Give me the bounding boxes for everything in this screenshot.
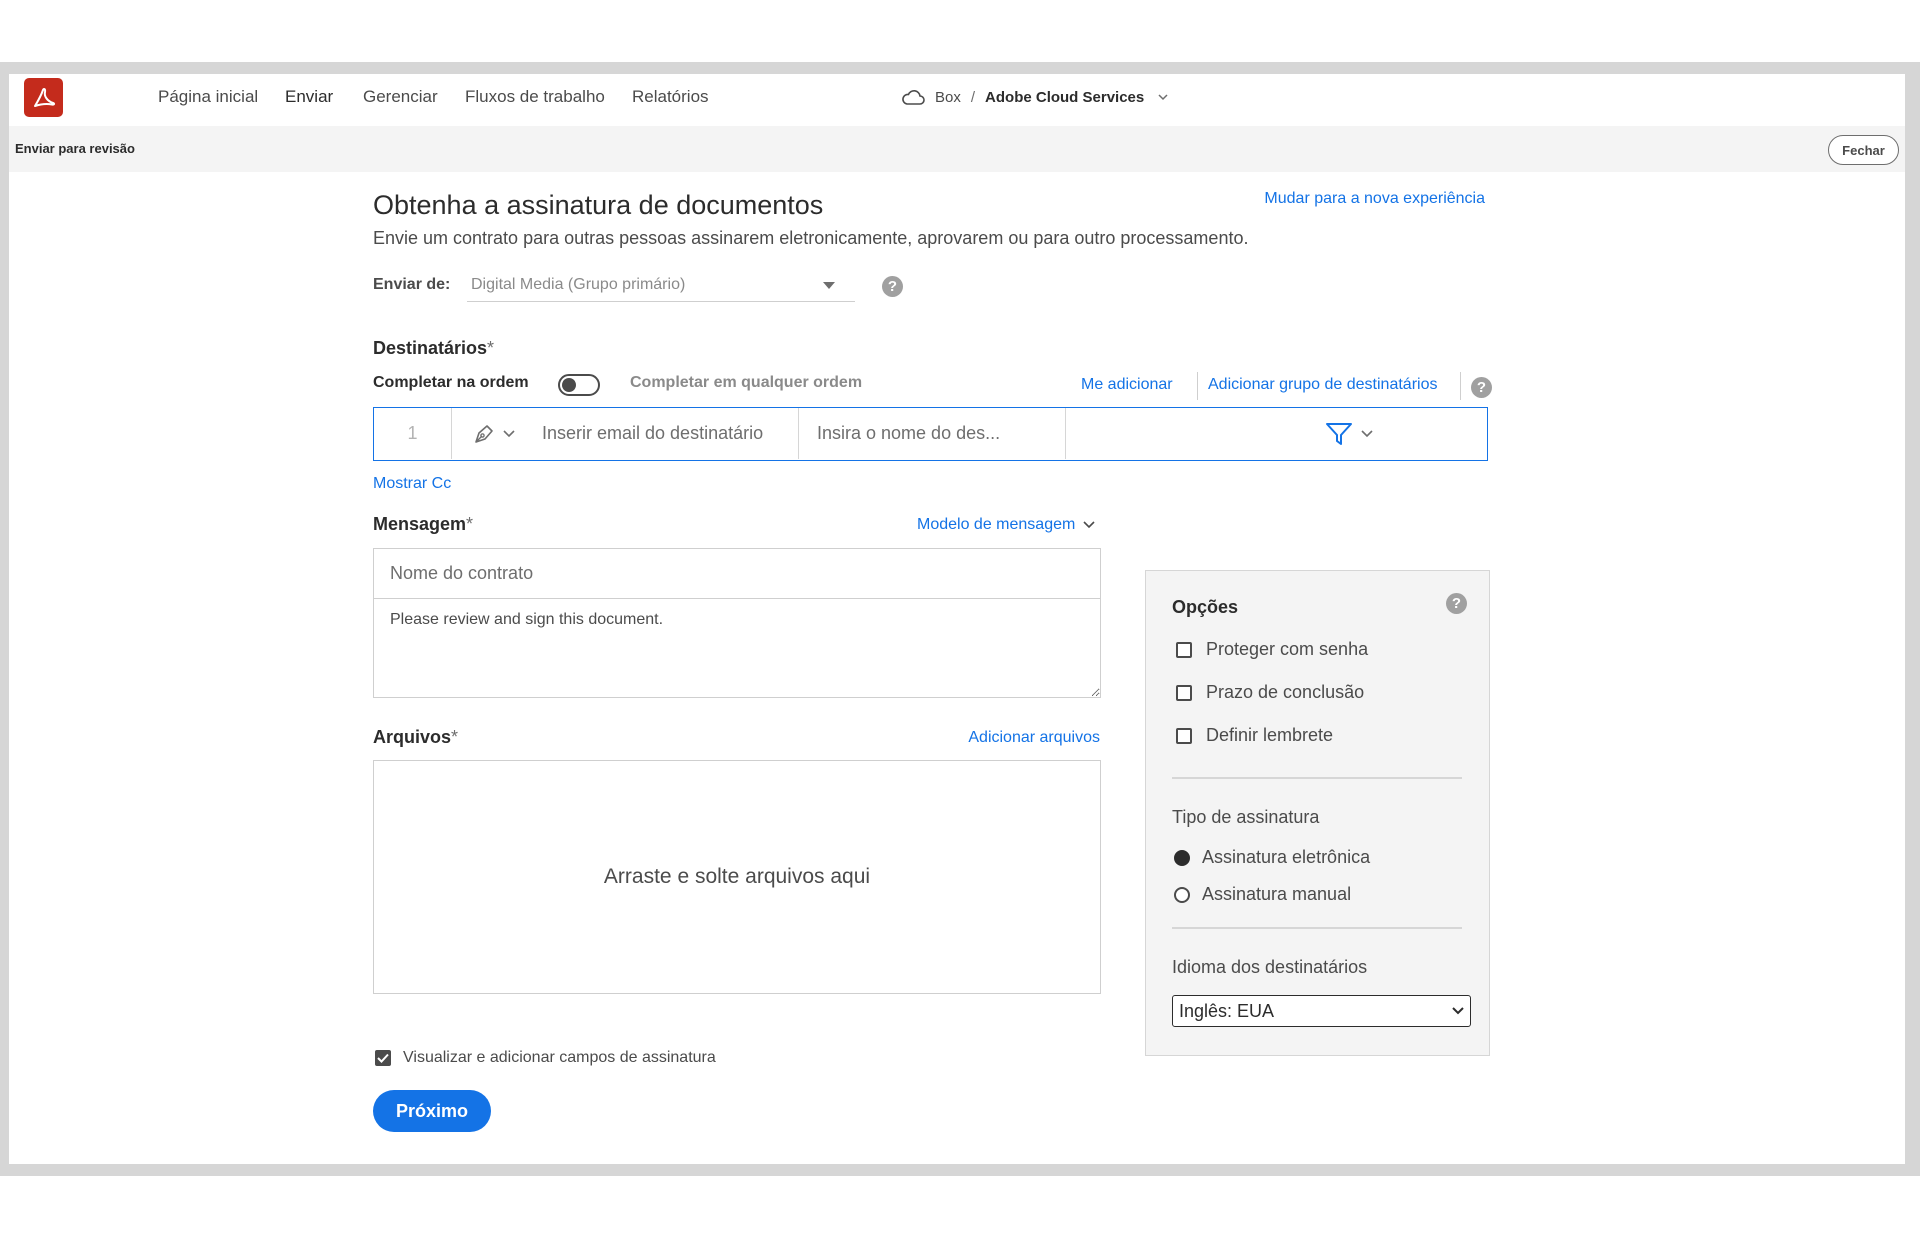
add-recipient-group-link[interactable]: Adicionar grupo de destinatários xyxy=(1208,376,1437,394)
option-label: Proteger com senha xyxy=(1206,639,1369,659)
chevron-down-icon xyxy=(503,429,515,438)
manual-signature-option[interactable]: Assinatura manual xyxy=(1174,884,1351,905)
message-template-label: Modelo de mensagem xyxy=(917,516,1076,533)
send-from-label: Enviar de: xyxy=(373,276,451,293)
option-label: Prazo de conclusão xyxy=(1206,682,1365,702)
files-label: Arquivos* xyxy=(373,727,458,748)
checkbox[interactable] xyxy=(1176,641,1192,658)
contract-name-input[interactable] xyxy=(373,548,1101,599)
page-title: Obtenha a assinatura de documentos xyxy=(373,190,824,220)
page-subtitle: Envie um contrato para outras pessoas as… xyxy=(373,228,1249,248)
electronic-signature-option[interactable]: Assinatura eletrônica xyxy=(1174,847,1370,868)
set-reminder-option[interactable]: Definir lembrete xyxy=(1176,725,1333,746)
radio-button-selected[interactable] xyxy=(1174,849,1190,866)
checkbox[interactable] xyxy=(1176,684,1192,701)
recipients-label: Destinatários* xyxy=(373,338,494,359)
top-navigation: Página inicial Enviar Gerenciar Fluxos d… xyxy=(9,74,1905,126)
add-files-link[interactable]: Adicionar arquivos xyxy=(968,729,1100,747)
breadcrumb: Box / Adobe Cloud Services xyxy=(901,84,1168,110)
nav-item-workflows[interactable]: Fluxos de trabalho xyxy=(465,87,605,107)
divider xyxy=(1172,777,1462,779)
option-label: Assinatura eletrônica xyxy=(1202,847,1371,867)
nav-item-reports[interactable]: Relatórios xyxy=(632,87,709,107)
authentication-dropdown[interactable] xyxy=(1314,408,1384,459)
divider xyxy=(1172,927,1462,929)
message-body-textarea[interactable]: Please review and sign this document. xyxy=(373,598,1101,698)
chevron-down-icon xyxy=(1452,1007,1464,1015)
options-title: Opções xyxy=(1172,597,1239,617)
nav-item-send[interactable]: Enviar xyxy=(285,87,333,107)
show-cc-link[interactable]: Mostrar Cc xyxy=(373,475,451,493)
adobe-acrobat-logo-icon[interactable] xyxy=(24,78,63,117)
funnel-icon xyxy=(1325,421,1353,447)
drop-zone-text: Arraste e solte arquivos aqui xyxy=(603,865,871,888)
close-button[interactable]: Fechar xyxy=(1828,135,1899,165)
signer-pen-icon xyxy=(471,421,497,447)
chevron-down-icon xyxy=(1083,521,1095,529)
cloud-icon xyxy=(901,89,925,105)
signature-type-label: Tipo de assinatura xyxy=(1172,807,1320,827)
help-icon[interactable]: ? xyxy=(882,276,903,297)
switch-experience-link[interactable]: Mudar para a nova experiência xyxy=(1264,190,1485,208)
caret-down-icon xyxy=(823,282,835,289)
message-label: Mensagem* xyxy=(373,514,473,535)
help-icon[interactable]: ? xyxy=(1471,377,1492,398)
nav-item-home[interactable]: Página inicial xyxy=(158,87,258,107)
file-drop-zone[interactable]: Arraste e solte arquivos aqui xyxy=(373,760,1101,994)
add-me-link[interactable]: Me adicionar xyxy=(1081,376,1173,394)
divider xyxy=(1460,372,1461,400)
toggle-knob xyxy=(562,378,576,392)
nav-item-manage[interactable]: Gerenciar xyxy=(363,87,438,107)
divider xyxy=(1197,372,1198,400)
send-from-value: Digital Media (Grupo primário) xyxy=(471,276,686,293)
chevron-down-icon[interactable] xyxy=(1158,93,1168,101)
message-label-text: Mensagem xyxy=(373,514,467,534)
app-window: Página inicial Enviar Gerenciar Fluxos d… xyxy=(9,74,1905,1164)
send-from-select[interactable]: Digital Media (Grupo primário) xyxy=(467,268,855,302)
chevron-down-icon xyxy=(1361,429,1373,438)
recipient-row: 1 xyxy=(373,407,1488,461)
option-label: Assinatura manual xyxy=(1202,884,1352,904)
options-panel: Opções ? Proteger com senha Prazo de con… xyxy=(1145,570,1490,1056)
message-template-dropdown[interactable]: Modelo de mensagem xyxy=(917,516,1095,534)
recipients-label-text: Destinatários xyxy=(373,338,488,358)
language-value: Inglês: EUA xyxy=(1179,1000,1275,1021)
breadcrumb-root[interactable]: Box xyxy=(935,89,961,106)
checkbox[interactable] xyxy=(1176,727,1192,744)
password-protect-option[interactable]: Proteger com senha xyxy=(1176,639,1368,660)
subheader-title: Enviar para revisão xyxy=(15,141,135,156)
recipient-language-label: Idioma dos destinatários xyxy=(1172,957,1368,977)
subheader-bar: Enviar para revisão Fechar xyxy=(9,126,1905,172)
option-label: Definir lembrete xyxy=(1206,725,1334,745)
preview-checkbox[interactable] xyxy=(375,1050,391,1066)
radio-button[interactable] xyxy=(1174,886,1190,903)
complete-any-order-label: Completar em qualquer ordem xyxy=(630,374,863,391)
required-mark: * xyxy=(451,727,459,747)
recipient-language-select[interactable]: Inglês: EUA xyxy=(1172,995,1471,1027)
next-button[interactable]: Próximo xyxy=(373,1090,491,1132)
files-label-text: Arquivos xyxy=(373,727,452,747)
help-icon[interactable]: ? xyxy=(1446,593,1467,614)
order-toggle-switch[interactable] xyxy=(558,374,600,396)
breadcrumb-separator: / xyxy=(970,88,976,106)
complete-in-order-label: Completar na ordem xyxy=(373,374,529,391)
required-mark: * xyxy=(487,338,495,358)
checkmark-icon xyxy=(377,1053,389,1063)
required-mark: * xyxy=(466,514,474,534)
recipient-order-number: 1 xyxy=(374,408,452,459)
recipient-name-input[interactable] xyxy=(799,408,1066,459)
recipient-role-dropdown[interactable] xyxy=(452,408,534,459)
recipient-email-input[interactable] xyxy=(534,408,799,459)
completion-deadline-option[interactable]: Prazo de conclusão xyxy=(1176,682,1364,703)
preview-label: Visualizar e adicionar campos de assinat… xyxy=(403,1049,716,1066)
screen-frame: Página inicial Enviar Gerenciar Fluxos d… xyxy=(0,62,1920,1176)
breadcrumb-current[interactable]: Adobe Cloud Services xyxy=(985,89,1144,106)
